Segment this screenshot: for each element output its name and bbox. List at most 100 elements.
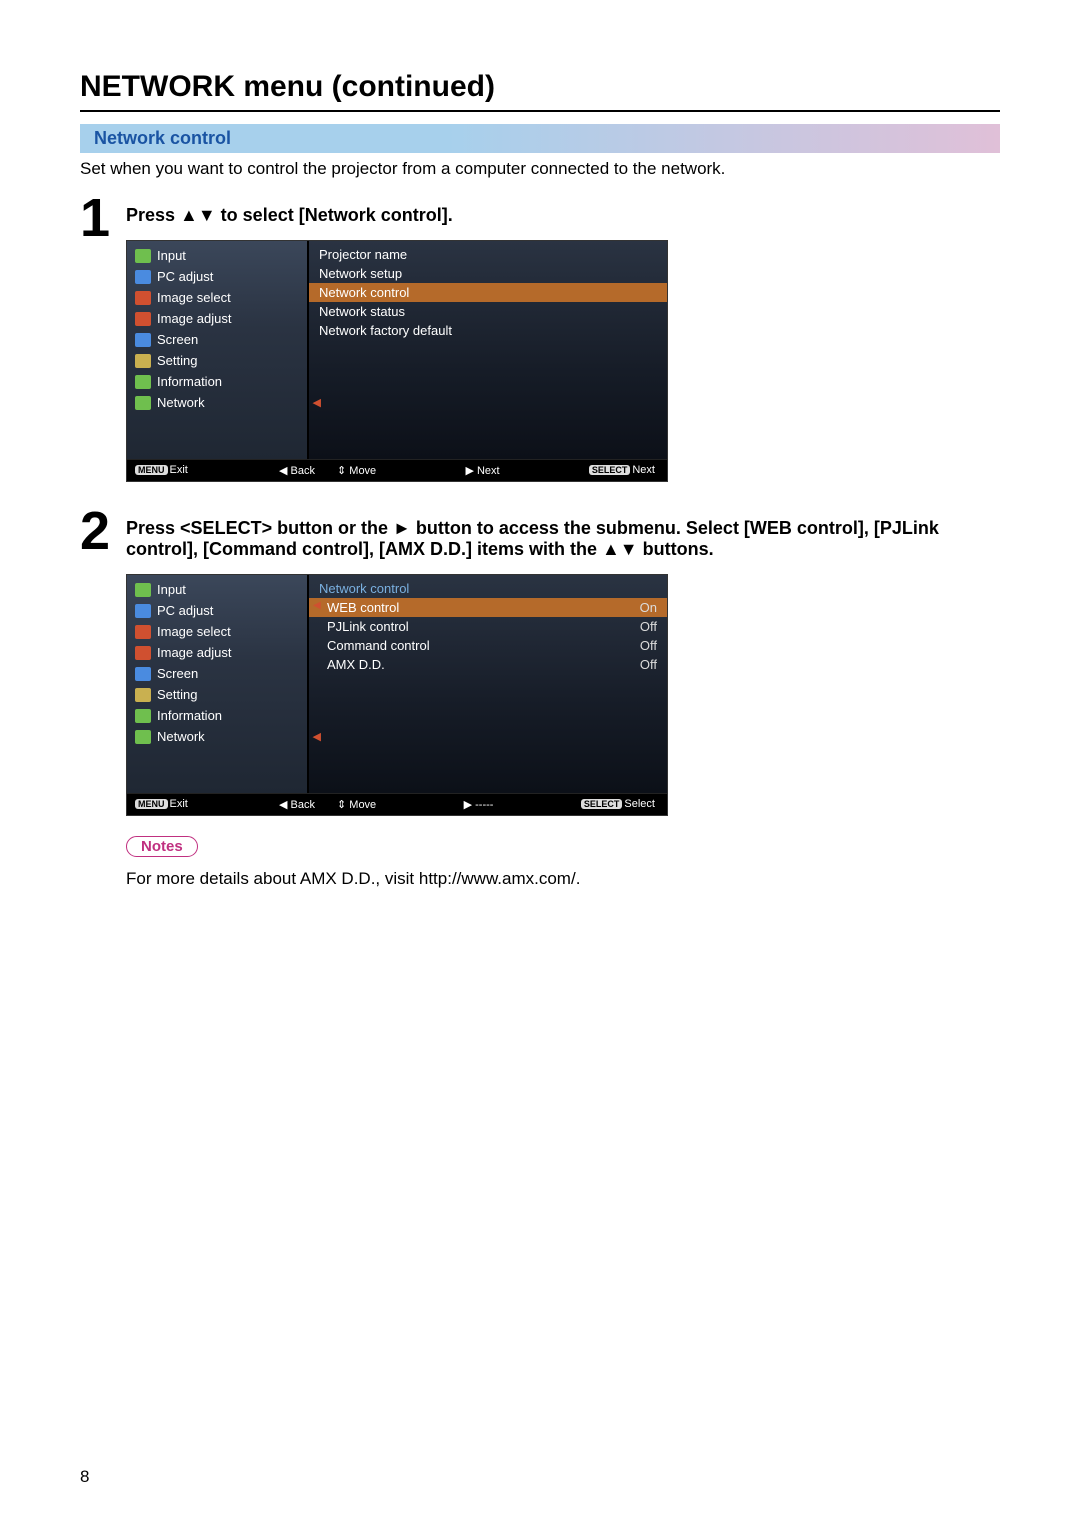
move-label: Move: [349, 465, 376, 477]
sidebar-item: Setting: [127, 684, 307, 705]
back-label: Back: [291, 465, 315, 477]
sidebar-item-label: Information: [157, 374, 222, 389]
sidebar-item: PC adjust: [127, 266, 307, 287]
menu-icon: [135, 375, 151, 389]
sidebar-item-label: Network: [157, 395, 205, 410]
osd-screenshot-2: Input PC adjust Image select Image adjust Sc…: [126, 574, 668, 816]
submenu-item-label: AMX D.D.: [327, 657, 385, 672]
next-arrow-icon: ▶: [464, 799, 472, 811]
section-intro: Set when you want to control the project…: [80, 159, 1000, 179]
select-key-badge: SELECT: [589, 465, 631, 475]
submenu-item-value: Off: [640, 638, 657, 653]
main-item-label: Network status: [319, 304, 405, 319]
sidebar-item: Input: [127, 579, 307, 600]
sidebar-item: Information: [127, 371, 307, 392]
sidebar-item-label: Screen: [157, 666, 198, 681]
notes-text: For more details about AMX D.D., visit h…: [126, 869, 1000, 889]
back-label: Back: [291, 799, 315, 811]
submenu-item: WEB control On: [309, 598, 667, 617]
section-header: Network control: [80, 124, 1000, 153]
main-menu-item: Network status: [309, 302, 667, 321]
menu-icon: [135, 625, 151, 639]
submenu-item-label: PJLink control: [327, 619, 409, 634]
next-label: -----: [475, 799, 493, 811]
back-arrow-icon: ◀: [279, 799, 287, 811]
sidebar-item-label: Information: [157, 708, 222, 723]
next-arrow-icon: ▶: [465, 465, 473, 477]
osd2-sidebar: Input PC adjust Image select Image adjust Sc…: [127, 575, 307, 793]
step-2-instruction: Press <SELECT> button or the ► button to…: [126, 518, 1000, 560]
page-number: 8: [80, 1467, 89, 1487]
sidebar-item-label: Setting: [157, 353, 197, 368]
menu-icon: [135, 312, 151, 326]
sidebar-item: Screen: [127, 329, 307, 350]
exit-label: Exit: [170, 798, 188, 810]
sidebar-item: Screen: [127, 663, 307, 684]
menu-icon: [135, 583, 151, 597]
sidebar-item-label: Image adjust: [157, 311, 231, 326]
title-underline: [80, 110, 1000, 112]
main-item-label: Network factory default: [319, 323, 452, 338]
main-menu-item: Network factory default: [309, 321, 667, 340]
step-number-1: 1: [80, 191, 126, 245]
menu-icon: [135, 709, 151, 723]
osd2-main-header: Network control: [309, 579, 667, 598]
osd1-footer: MENUExit ◀ Back ⇕ Move ▶ Next SELECTNext: [127, 459, 667, 481]
main-item-label: Network setup: [319, 266, 402, 281]
submenu-item: PJLink control Off: [309, 617, 667, 636]
menu-icon: [135, 333, 151, 347]
select-key-badge: SELECT: [581, 799, 623, 809]
sidebar-item-label: PC adjust: [157, 269, 213, 284]
select-label: Next: [632, 464, 655, 476]
sidebar-item-label: Screen: [157, 332, 198, 347]
move-arrow-icon: ⇕: [337, 799, 346, 811]
main-menu-item: Network control: [309, 283, 667, 302]
step-2: 2 Press <SELECT> button or the ► button …: [80, 504, 1000, 889]
sidebar-item-label: PC adjust: [157, 603, 213, 618]
sidebar-item: Image select: [127, 621, 307, 642]
sidebar-item: Setting: [127, 350, 307, 371]
osd2-main: Network control WEB control On PJLink cont…: [307, 575, 667, 793]
sidebar-item: Input: [127, 245, 307, 266]
main-item-label: Projector name: [319, 247, 407, 262]
notes-badge: Notes: [126, 836, 198, 857]
move-label: Move: [349, 799, 376, 811]
menu-icon: [135, 646, 151, 660]
submenu-item-value: Off: [640, 657, 657, 672]
sidebar-item: Network: [127, 726, 307, 747]
sidebar-item-label: Input: [157, 582, 186, 597]
menu-icon: [135, 667, 151, 681]
osd2-footer: MENUExit ◀ Back ⇕ Move ▶ ----- SELECTSel…: [127, 793, 667, 815]
sidebar-item: Image adjust: [127, 308, 307, 329]
sidebar-item-label: Setting: [157, 687, 197, 702]
submenu-item-value: Off: [640, 619, 657, 634]
menu-icon: [135, 291, 151, 305]
sidebar-item-label: Image adjust: [157, 645, 231, 660]
main-menu-item: Network setup: [309, 264, 667, 283]
select-label: Select: [624, 798, 655, 810]
main-menu-item: Projector name: [309, 245, 667, 264]
menu-icon: [135, 730, 151, 744]
page-title: NETWORK menu (continued): [80, 70, 1000, 104]
exit-label: Exit: [170, 464, 188, 476]
osd1-main: Projector name Network setup Network contr…: [307, 241, 667, 459]
menu-key-badge: MENU: [135, 799, 168, 809]
menu-icon: [135, 604, 151, 618]
sidebar-item: Information: [127, 705, 307, 726]
sidebar-item: PC adjust: [127, 600, 307, 621]
sidebar-item-label: Image select: [157, 624, 231, 639]
next-label: Next: [477, 465, 500, 477]
osd1-sidebar: InputPC adjustImage selectImage adjustSc…: [127, 241, 307, 459]
submenu-item-label: WEB control: [327, 600, 399, 615]
move-arrow-icon: ⇕: [337, 465, 346, 477]
step-number-2: 2: [80, 504, 126, 558]
submenu-item-value: On: [640, 600, 657, 615]
sidebar-item: Network: [127, 392, 307, 413]
menu-icon: [135, 270, 151, 284]
menu-icon: [135, 249, 151, 263]
menu-icon: [135, 688, 151, 702]
submenu-item: AMX D.D. Off: [309, 655, 667, 674]
menu-icon: [135, 354, 151, 368]
sidebar-item-label: Network: [157, 729, 205, 744]
main-item-label: Network control: [319, 285, 409, 300]
